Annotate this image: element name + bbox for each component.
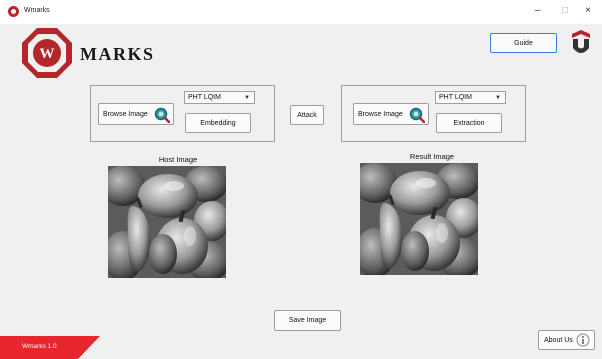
logo-letter: W <box>40 46 55 62</box>
extraction-button[interactable]: Extraction <box>436 113 502 133</box>
info-icon <box>576 333 590 347</box>
attack-button[interactable]: Attack <box>290 105 324 125</box>
result-image-caption: Result Image <box>409 152 455 161</box>
guide-button[interactable]: Guide <box>490 33 557 53</box>
about-us-button[interactable]: About Us <box>538 330 595 350</box>
embedding-button[interactable]: Embedding <box>185 113 251 133</box>
chevron-down-icon: ▼ <box>495 95 501 101</box>
window-title: Wmarks <box>24 7 50 14</box>
extract-method-dropdown[interactable]: PHT LQIM ▼ <box>435 91 506 104</box>
extract-method-value: PHT LQIM <box>439 94 472 101</box>
extract-browse-button[interactable]: Browse Image <box>353 103 429 125</box>
title-bar: Wmarks – □ × <box>0 0 602 24</box>
magnifier-icon <box>409 107 425 123</box>
chevron-down-icon: ▼ <box>244 95 250 101</box>
brand-logo-icon: W <box>22 28 72 78</box>
embed-browse-label: Browse Image <box>103 110 148 118</box>
extract-browse-label: Browse Image <box>358 110 403 118</box>
result-image <box>360 163 478 275</box>
embed-browse-button[interactable]: Browse Image <box>98 103 174 125</box>
embed-method-dropdown[interactable]: PHT LQIM ▼ <box>184 91 255 104</box>
magnifier-icon <box>154 107 170 123</box>
minimize-button[interactable]: – <box>535 5 541 17</box>
about-us-label: About Us <box>544 336 573 344</box>
save-image-button[interactable]: Save Image <box>274 310 341 331</box>
version-label: Wmarks 1.0 <box>22 343 57 350</box>
host-image-caption: Host Image <box>158 155 198 164</box>
host-image <box>108 166 226 278</box>
maximize-button[interactable]: □ <box>562 5 568 17</box>
embed-method-value: PHT LQIM <box>188 94 221 101</box>
extraction-panel: Browse Image PHT LQIM ▼ Extraction <box>341 85 526 142</box>
embedding-panel: Browse Image PHT LQIM ▼ Embedding <box>90 85 275 142</box>
brand-name: MARKS <box>80 44 155 64</box>
app-icon <box>8 6 19 17</box>
university-logo-icon <box>572 30 590 53</box>
close-button[interactable]: × <box>585 5 591 17</box>
